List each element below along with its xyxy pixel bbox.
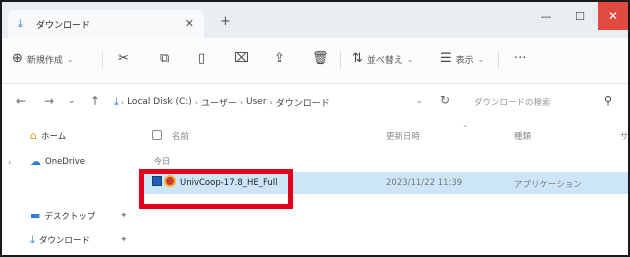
- column-header-type[interactable]: 種類: [514, 130, 531, 142]
- desktop-icon: ▬: [30, 209, 41, 222]
- sort-icon: ⇅: [352, 51, 363, 66]
- breadcrumb-item[interactable]: Local Disk (C:): [127, 97, 192, 107]
- breadcrumb-item[interactable]: ユーザー: [201, 96, 237, 109]
- sidebar-item-label: デスクトップ: [44, 212, 96, 222]
- download-folder-icon: ⤓: [18, 17, 23, 30]
- view-button-label: 表示: [455, 55, 474, 66]
- pin-icon[interactable]: ✦: [120, 235, 128, 245]
- new-button[interactable]: ⊕ 新規作成 ⌄: [12, 52, 74, 66]
- share-button[interactable]: ⇪: [274, 52, 289, 66]
- explorer-window: ⤓ ダウンロード ✕ + — ☐ ✕ ⊕ 新規作成 ⌄ ✂ ⧉ ▯ ⌧ ⇪ 🗑 …: [0, 0, 630, 257]
- command-bar: ⊕ 新規作成 ⌄ ✂ ⧉ ▯ ⌧ ⇪ 🗑 ⇅ 並べ替え ⌄ ☰ 表示 ⌄ ···: [2, 38, 628, 84]
- expand-chevron-icon[interactable]: ›: [8, 158, 11, 167]
- chevron-down-icon: ⌄: [477, 54, 485, 64]
- cloud-icon: ☁: [30, 155, 41, 168]
- cut-button[interactable]: ✂: [118, 52, 133, 66]
- column-header-size[interactable]: サ: [620, 130, 628, 142]
- paste-button[interactable]: ▯: [198, 52, 209, 66]
- tab-downloads[interactable]: ⤓ ダウンロード ✕: [8, 10, 204, 38]
- copy-button[interactable]: ⧉: [160, 52, 173, 66]
- file-name[interactable]: UnivCoop-17.8_HE_Full: [180, 178, 278, 188]
- file-list: 名前 ⌃ 更新日時 種類 サ 今日 UnivCoop-17.8_HE_Full …: [132, 120, 628, 255]
- sidebar-item-label: OneDrive: [45, 157, 85, 167]
- minimize-button[interactable]: —: [530, 2, 562, 30]
- breadcrumb-item[interactable]: ダウンロード: [276, 96, 330, 109]
- sort-indicator-icon: ⌃: [462, 124, 469, 133]
- new-button-label: 新規作成: [26, 55, 63, 66]
- divider: [498, 52, 499, 68]
- share-icon: ⇪: [274, 51, 285, 66]
- sidebar-item-label: ダウンロード: [38, 236, 90, 246]
- sidebar-item-label: ホーム: [40, 132, 67, 142]
- recent-chevron-icon[interactable]: ⌄: [68, 96, 76, 106]
- sort-button-label: 並べ替え: [366, 55, 403, 66]
- new-tab-button[interactable]: +: [220, 14, 231, 29]
- chevron-down-icon: ⌄: [406, 54, 414, 64]
- select-all-checkbox[interactable]: [152, 130, 162, 140]
- breadcrumb-separator-icon: ›: [239, 97, 244, 107]
- search-icon: ⚲: [603, 94, 612, 107]
- up-arrow-icon[interactable]: ↑: [90, 94, 100, 108]
- sidebar-item-onedrive[interactable]: ☁ OneDrive: [30, 156, 85, 168]
- title-bar: ⤓ ダウンロード ✕ + — ☐ ✕: [2, 2, 628, 38]
- search-placeholder: ダウンロードの検索: [474, 98, 551, 108]
- home-icon: ⌂: [30, 129, 37, 142]
- address-bar-row: ← → ⌄ ↑ ⤓ › Local Disk (C:) › ユーザー › Use…: [2, 84, 628, 120]
- breadcrumb-separator-icon: ›: [269, 97, 273, 107]
- trash-icon: 🗑: [312, 51, 329, 66]
- breadcrumb[interactable]: ⤓ › Local Disk (C:) › ユーザー › User › ダウンロ…: [114, 92, 454, 112]
- rename-button[interactable]: ⌧: [234, 52, 253, 66]
- breadcrumb-separator-icon: ›: [120, 97, 125, 107]
- address-dropdown-icon[interactable]: ⌄: [416, 96, 423, 105]
- view-button[interactable]: ☰ 表示 ⌄: [440, 52, 484, 66]
- download-folder-icon: ⤓: [114, 95, 119, 108]
- scissors-icon: ✂: [118, 51, 129, 66]
- sidebar-item-desktop[interactable]: ▬ デスクトップ ✦: [30, 209, 128, 223]
- table-row[interactable]: UnivCoop-17.8_HE_Full 2023/11/22 11:39 ア…: [142, 172, 628, 194]
- list-view-icon: ☰: [440, 51, 452, 66]
- sort-button[interactable]: ⇅ 並べ替え ⌄: [352, 52, 414, 66]
- back-arrow-icon[interactable]: ←: [16, 94, 26, 108]
- divider: [340, 52, 341, 68]
- breadcrumb-item[interactable]: User: [246, 97, 267, 107]
- download-icon: ⤓: [30, 233, 35, 246]
- pin-icon[interactable]: ✦: [120, 211, 128, 221]
- tab-title: ダウンロード: [36, 20, 91, 31]
- rename-icon: ⌧: [234, 51, 249, 66]
- delete-button[interactable]: 🗑: [312, 52, 333, 66]
- column-header-date[interactable]: 更新日時: [386, 130, 420, 142]
- column-header-name[interactable]: 名前: [172, 130, 189, 142]
- paste-icon: ▯: [198, 51, 206, 66]
- tab-close-icon[interactable]: ✕: [185, 17, 194, 30]
- file-type: アプリケーション: [514, 180, 582, 190]
- chevron-down-icon: ⌄: [66, 54, 74, 64]
- app-icon: [164, 175, 176, 187]
- search-input[interactable]: ダウンロードの検索 ⚲: [464, 91, 626, 113]
- breadcrumb-separator-icon: ›: [194, 97, 198, 107]
- divider: [102, 52, 103, 68]
- plus-circle-icon: ⊕: [12, 51, 23, 66]
- more-options-button[interactable]: ···: [514, 52, 530, 66]
- checkbox-checked-icon[interactable]: [152, 176, 162, 186]
- sidebar-item-downloads[interactable]: ⤓ ダウンロード ✦: [30, 233, 128, 247]
- copy-icon: ⧉: [160, 51, 170, 66]
- group-header[interactable]: 今日: [154, 156, 170, 167]
- sidebar-item-home[interactable]: ⌂ ホーム: [30, 129, 67, 143]
- forward-arrow-icon[interactable]: →: [44, 94, 54, 108]
- close-window-button[interactable]: ✕: [598, 2, 628, 30]
- file-date: 2023/11/22 11:39: [386, 178, 463, 188]
- more-icon: ···: [514, 51, 527, 66]
- refresh-icon[interactable]: ↻: [440, 93, 450, 107]
- maximize-button[interactable]: ☐: [564, 2, 596, 30]
- navigation-pane: ⌂ ホーム › ☁ OneDrive ▬ デスクトップ ✦ ⤓ ダウンロード ✦: [2, 120, 132, 255]
